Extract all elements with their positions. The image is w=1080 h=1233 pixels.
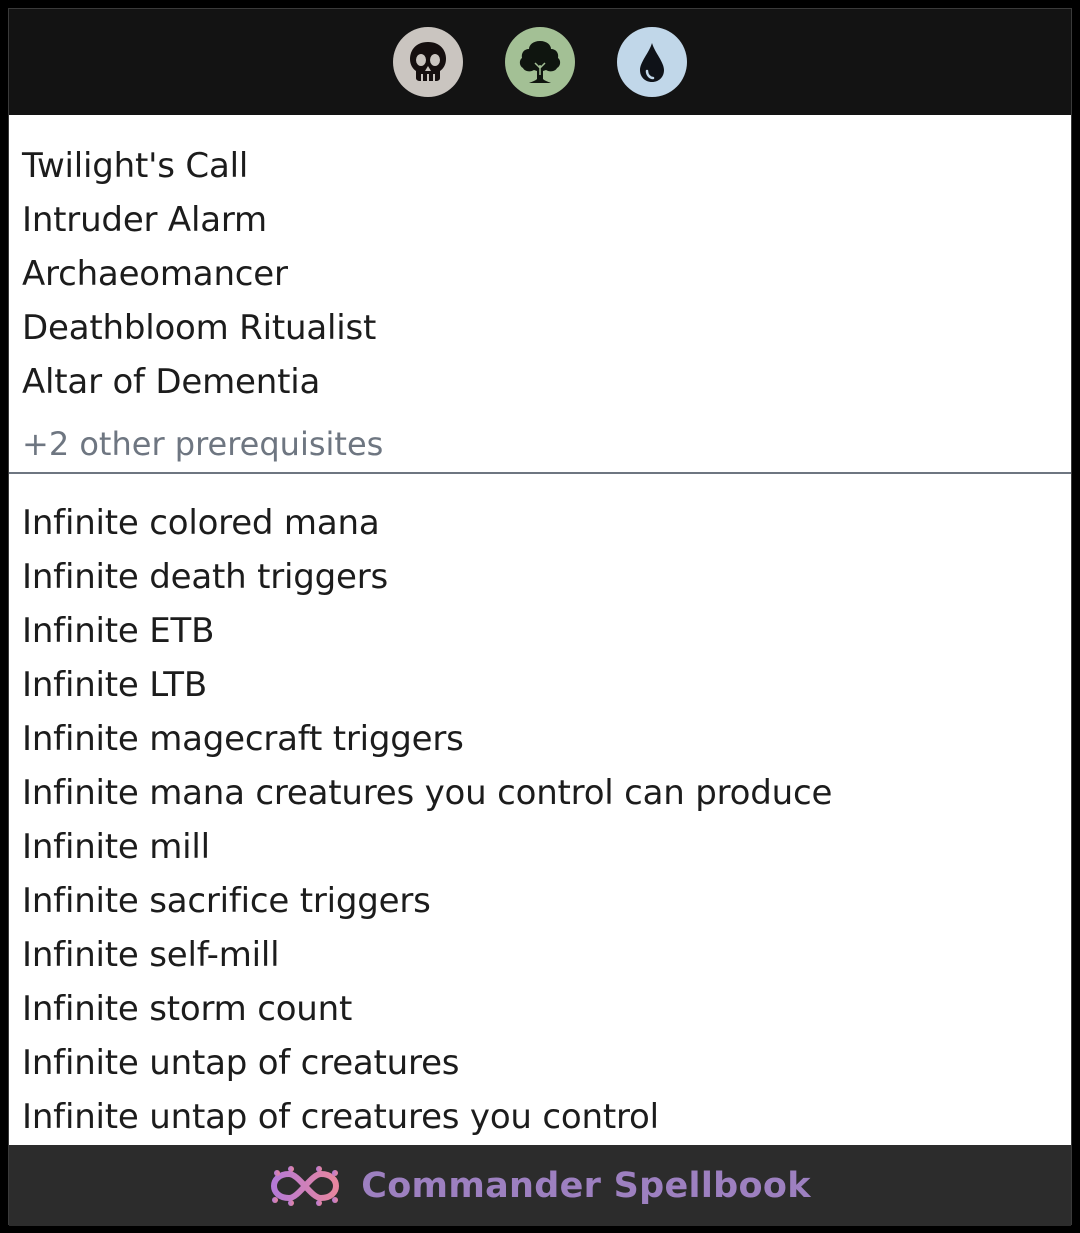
result-item: Infinite untap of creatures you control — [22, 1097, 659, 1137]
result-item: Infinite mill — [22, 827, 210, 867]
results-list: Infinite colored mana Infinite death tri… — [9, 496, 1071, 1144]
result-item: Infinite magecraft triggers — [22, 719, 464, 759]
result-item: Infinite sacrifice triggers — [22, 881, 431, 921]
result-item: Infinite untap of creatures — [22, 1043, 460, 1083]
result-item: Infinite mana creatures you control can … — [22, 773, 833, 813]
result-item: Infinite ETB — [22, 611, 215, 651]
green-mana-icon — [505, 27, 575, 97]
infinity-logo-icon — [271, 1165, 340, 1206]
result-item: Infinite colored mana — [22, 503, 380, 543]
result-item: Infinite death triggers — [22, 557, 388, 597]
result-item: Infinite LTB — [22, 665, 207, 705]
card-name[interactable]: Twilight's Call — [22, 139, 1071, 193]
brand-name[interactable]: Commander Spellbook — [361, 1166, 811, 1206]
section-divider — [9, 472, 1071, 474]
card-name[interactable]: Altar of Dementia — [22, 355, 1071, 409]
card-name[interactable]: Intruder Alarm — [22, 193, 1071, 247]
card-list: Twilight's Call Intruder Alarm Archaeoma… — [9, 139, 1071, 409]
card-name[interactable]: Deathbloom Ritualist — [22, 301, 1071, 355]
combo-card: Twilight's Call Intruder Alarm Archaeoma… — [8, 8, 1072, 1226]
black-mana-icon — [393, 27, 463, 97]
card-name[interactable]: Archaeomancer — [22, 247, 1071, 301]
brand-footer[interactable]: Commander Spellbook — [9, 1145, 1071, 1226]
other-prerequisites-note: +2 other prerequisites — [22, 425, 384, 463]
result-item: Infinite self-mill — [22, 935, 280, 975]
blue-mana-icon — [617, 27, 687, 97]
result-item: Infinite storm count — [22, 989, 353, 1029]
color-identity-header — [9, 9, 1071, 115]
